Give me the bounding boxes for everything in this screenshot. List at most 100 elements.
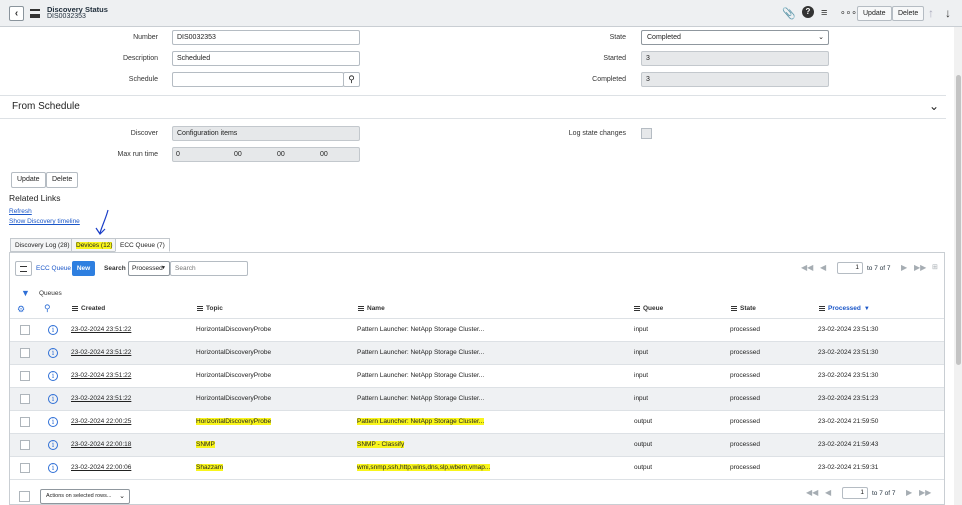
column-header-state[interactable]: State	[731, 305, 756, 312]
previous-page-icon[interactable]: ◀	[820, 263, 826, 272]
cell-created[interactable]: 23-02-2024 23:51:22	[71, 349, 131, 356]
cell-name-text: Pattern Launcher: NetApp Storage Cluster…	[357, 372, 485, 379]
footer-page-number-input[interactable]: 1	[842, 487, 868, 499]
search-field-select[interactable]: Processed ▼	[128, 261, 170, 276]
update-button[interactable]: Update	[11, 172, 46, 188]
refresh-link[interactable]: Refresh	[9, 208, 32, 215]
column-header-processed[interactable]: Processed ▼	[819, 305, 870, 312]
max-run-time-label: Max run time	[117, 151, 158, 158]
next-record-icon[interactable]: ↓	[945, 6, 951, 20]
row-checkbox[interactable]	[20, 440, 30, 450]
info-icon[interactable]: i	[48, 463, 58, 473]
footer-first-page-icon[interactable]: ◀◀	[806, 488, 818, 497]
form-header: ‹ Discovery Status DIS0032353 📎 ? ≡ ∘∘∘ …	[0, 0, 962, 27]
footer-last-page-icon[interactable]: ▶▶	[919, 488, 931, 497]
info-icon[interactable]: i	[48, 440, 58, 450]
tab-ecc-queue[interactable]: ECC Queue (7)	[115, 238, 170, 252]
cell-topic: HorizontalDiscoveryProbe	[196, 349, 271, 356]
help-icon[interactable]: ?	[802, 6, 814, 18]
number-field[interactable]: DIS0032353	[172, 30, 360, 45]
tab-devices[interactable]: Devices (12)	[71, 238, 118, 252]
previous-record-icon[interactable]: ↑	[928, 6, 934, 20]
discover-field: Configuration items	[172, 126, 360, 141]
table-row[interactable]: i 23-02-2024 23:51:22 HorizontalDiscoveryP…	[10, 364, 944, 387]
expand-list-icon[interactable]: ⊞	[932, 263, 938, 271]
list-menu-icon	[20, 266, 27, 272]
table-row[interactable]: i 23-02-2024 22:00:06 Shazzam wmi,snmp,ssh,…	[10, 456, 944, 479]
cell-created[interactable]: 23-02-2024 22:00:18	[71, 441, 131, 448]
cell-created[interactable]: 23-02-2024 23:51:22	[71, 395, 131, 402]
attachment-icon[interactable]: 📎	[782, 7, 796, 20]
state-select[interactable]: Completed ⌄	[641, 30, 829, 45]
table-row[interactable]: i 23-02-2024 22:00:18 SNMP SNMP - Classify o…	[10, 433, 944, 456]
list-search-input[interactable]	[170, 261, 248, 276]
completed-field: 3	[641, 72, 829, 87]
started-field: 3	[641, 51, 829, 66]
column-search-icon[interactable]: ⚲	[44, 303, 51, 314]
new-button[interactable]: New	[72, 261, 95, 276]
info-icon[interactable]: i	[48, 348, 58, 358]
footer-page-range-text: to 7 of 7	[872, 490, 896, 497]
actions-select[interactable]: Actions on selected rows... ⌄	[40, 489, 130, 504]
description-field[interactable]: Scheduled	[172, 51, 360, 66]
info-icon[interactable]: i	[48, 417, 58, 427]
row-checkbox[interactable]	[20, 463, 30, 473]
scrollbar-thumb[interactable]	[956, 75, 961, 365]
description-label: Description	[122, 55, 158, 62]
search-field-value: Processed	[132, 265, 163, 272]
search-icon[interactable]: ⚲	[343, 72, 360, 87]
header-update-button[interactable]: Update	[857, 6, 892, 21]
column-header-name[interactable]: Name	[358, 305, 385, 312]
cell-state: processed	[730, 326, 760, 333]
actions-select-value: Actions on selected rows...	[46, 493, 112, 499]
back-button[interactable]: ‹	[9, 6, 24, 21]
info-icon[interactable]: i	[48, 371, 58, 381]
cell-created[interactable]: 23-02-2024 23:51:22	[71, 326, 131, 333]
row-checkbox[interactable]	[20, 417, 30, 427]
row-checkbox[interactable]	[20, 371, 30, 381]
table-row[interactable]: i 23-02-2024 23:51:22 HorizontalDiscoveryP…	[10, 387, 944, 410]
cell-created[interactable]: 23-02-2024 22:00:06	[71, 464, 131, 471]
settings-sliders-icon[interactable]: ≡	[821, 7, 827, 19]
personalize-list-gear-icon[interactable]: ⚙	[17, 304, 25, 315]
tab-discovery-log[interactable]: Discovery Log (28)	[10, 238, 75, 252]
page-number-input[interactable]: 1	[837, 262, 863, 274]
table-row[interactable]: i 23-02-2024 23:51:22 HorizontalDiscoveryP…	[10, 318, 944, 341]
next-page-icon[interactable]: ▶	[901, 263, 907, 272]
cell-topic-text: HorizontalDiscoveryProbe	[196, 418, 272, 425]
first-page-icon[interactable]: ◀◀	[801, 263, 813, 272]
info-icon[interactable]: i	[48, 325, 58, 335]
page-scrollbar[interactable]	[954, 27, 962, 505]
cell-created[interactable]: 23-02-2024 23:51:22	[71, 372, 131, 379]
table-row[interactable]: i 23-02-2024 22:00:25 HorizontalDiscoveryP…	[10, 410, 944, 433]
cell-name: wmi,snmp,ssh,http,wins,dns,slp,wbem,vmap…	[357, 464, 491, 471]
collapse-chevron-icon[interactable]: ⌄	[929, 99, 939, 113]
select-all-checkbox[interactable]	[19, 491, 30, 502]
footer-previous-page-icon[interactable]: ◀	[825, 488, 831, 497]
schedule-field[interactable]	[172, 72, 344, 87]
row-checkbox[interactable]	[20, 348, 30, 358]
filter-icon[interactable]: ▼	[21, 288, 30, 298]
column-header-created[interactable]: Created	[72, 305, 105, 312]
delete-button[interactable]: Delete	[46, 172, 79, 188]
list-menu-button[interactable]	[15, 261, 32, 276]
table-row[interactable]: i 23-02-2024 23:51:22 HorizontalDiscoveryP…	[10, 341, 944, 364]
footer-next-page-icon[interactable]: ▶	[906, 488, 912, 497]
menu-icon[interactable]	[30, 9, 40, 18]
breadcrumb-queues[interactable]: Queues	[39, 290, 62, 297]
info-icon[interactable]: i	[48, 394, 58, 404]
row-checkbox[interactable]	[20, 394, 30, 404]
column-header-topic[interactable]: Topic	[197, 305, 223, 312]
last-page-icon[interactable]: ▶▶	[914, 263, 926, 272]
column-menu-icon	[197, 306, 203, 311]
cell-created[interactable]: 23-02-2024 22:00:25	[71, 418, 131, 425]
more-options-icon[interactable]: ∘∘∘	[840, 7, 857, 18]
cell-topic-text: HorizontalDiscoveryProbe	[196, 349, 272, 356]
show-discovery-timeline-link[interactable]: Show Discovery timeline	[9, 218, 80, 225]
cell-queue: output	[634, 441, 653, 448]
column-header-queue[interactable]: Queue	[634, 305, 663, 312]
row-checkbox[interactable]	[20, 325, 30, 335]
log-state-changes-checkbox[interactable]	[641, 128, 652, 139]
header-delete-button[interactable]: Delete	[892, 6, 925, 21]
list-title[interactable]: ECC Queue	[36, 265, 71, 272]
